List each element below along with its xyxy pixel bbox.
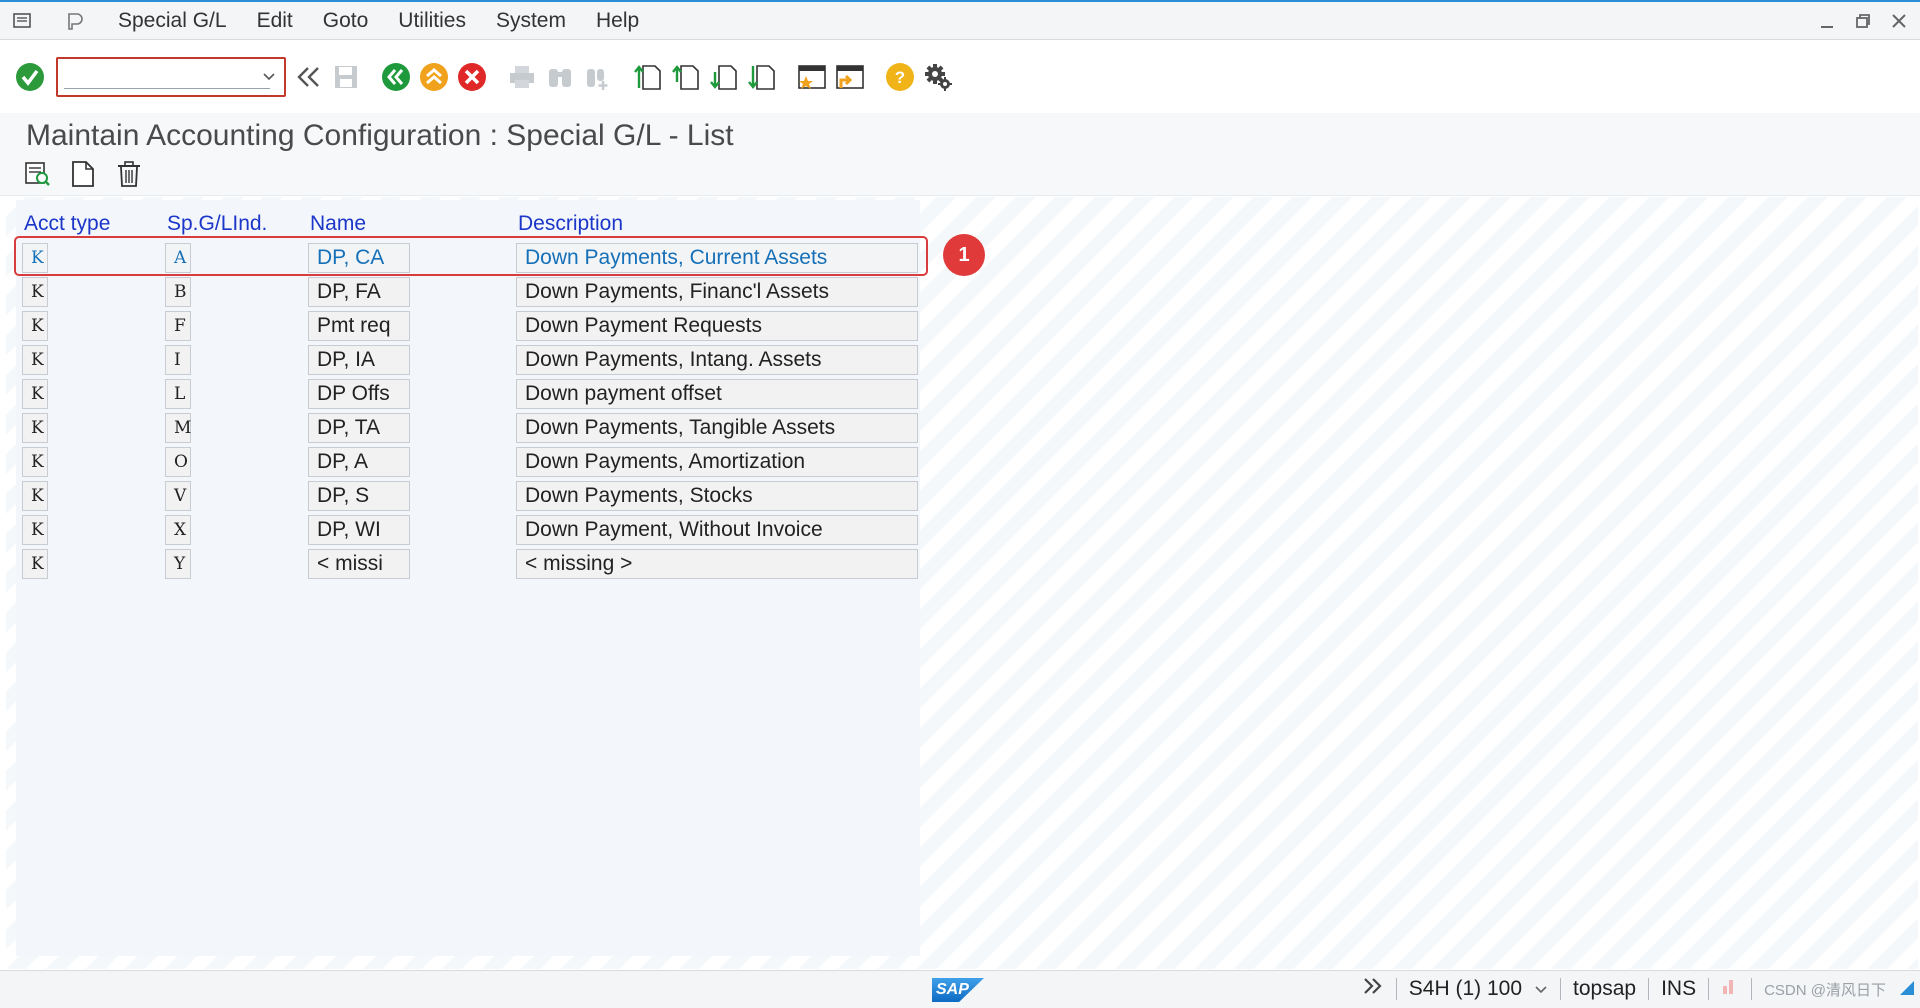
help-icon[interactable]: ? (884, 61, 916, 93)
sp-gl-ind-cell[interactable]: I (165, 345, 191, 375)
close-window-icon[interactable] (1888, 10, 1910, 32)
save-icon[interactable] (330, 61, 362, 93)
first-page-icon[interactable] (632, 61, 664, 93)
status-separator (1648, 978, 1650, 1000)
description-cell[interactable]: Down Payments, Stocks (516, 481, 918, 511)
menu-utilities[interactable]: Utilities (398, 9, 466, 33)
acct-type-cell[interactable]: K (22, 311, 48, 341)
find-next-icon[interactable] (582, 61, 614, 93)
description-cell[interactable]: < missing > (516, 549, 918, 579)
acct-type-cell[interactable]: K (22, 413, 48, 443)
menu-help[interactable]: Help (596, 9, 639, 33)
acct-type-cell[interactable]: K (22, 345, 48, 375)
watermark-text: CSDN @清风日下 (1764, 981, 1886, 999)
name-cell[interactable]: DP, S (308, 481, 410, 511)
enter-check-icon[interactable] (14, 61, 46, 93)
sp-gl-ind-cell[interactable]: X (165, 515, 191, 545)
sp-gl-ind-cell[interactable]: Y (165, 549, 191, 579)
menu-system[interactable]: System (496, 9, 566, 33)
standard-toolbar: ? (0, 41, 1920, 113)
personalize-icon[interactable] (62, 10, 88, 32)
selected-row-highlight (14, 236, 928, 276)
cancel-icon[interactable] (456, 61, 488, 93)
user-name: topsap (1573, 977, 1637, 1000)
acct-type-cell[interactable]: K (22, 549, 48, 579)
page-title: Maintain Accounting Configuration : Spec… (26, 119, 734, 152)
column-header-acct-type[interactable]: Acct type (24, 212, 110, 236)
sp-gl-ind-cell[interactable]: F (165, 311, 191, 341)
find-icon[interactable] (544, 61, 576, 93)
new-session-icon[interactable] (796, 61, 828, 93)
status-separator (1560, 978, 1562, 1000)
column-header-sp-gl-ind[interactable]: Sp.G/LInd. (167, 212, 267, 236)
name-cell[interactable]: DP, A (308, 447, 410, 477)
previous-page-icon[interactable] (670, 61, 702, 93)
resize-grip-icon[interactable] (1898, 977, 1914, 1001)
acct-type-cell[interactable]: K (22, 515, 48, 545)
name-cell[interactable]: Pmt req (308, 311, 410, 341)
collapse-double-chevron-icon[interactable] (292, 61, 324, 93)
create-shortcut-icon[interactable] (834, 61, 866, 93)
display-change-icon[interactable] (20, 157, 54, 191)
status-separator (1395, 978, 1397, 1000)
step-badge: 1 (943, 234, 985, 276)
sp-gl-ind-cell[interactable]: L (165, 379, 191, 409)
sp-gl-ind-cell[interactable]: O (165, 447, 191, 477)
expand-status-icon[interactable] (1362, 976, 1384, 1002)
name-cell[interactable]: DP, WI (308, 515, 410, 545)
sp-gl-ind-cell[interactable]: V (165, 481, 191, 511)
sap-logo: SAP (932, 978, 984, 1002)
name-cell[interactable]: DP Offs (308, 379, 410, 409)
column-header-name[interactable]: Name (310, 212, 366, 236)
description-cell[interactable]: Down Payments, Tangible Assets (516, 413, 918, 443)
settings-gear-icon[interactable] (922, 61, 954, 93)
chevron-down-icon[interactable] (262, 72, 276, 82)
command-field[interactable] (56, 57, 286, 97)
new-entries-icon[interactable] (66, 157, 100, 191)
description-cell[interactable]: Down Payment Requests (516, 311, 918, 341)
command-input[interactable] (64, 65, 270, 89)
menu-edit[interactable]: Edit (257, 9, 293, 33)
menu-list-icon[interactable] (10, 10, 36, 32)
name-cell[interactable]: DP, IA (308, 345, 410, 375)
status-separator (1751, 978, 1753, 1000)
column-header-description[interactable]: Description (518, 212, 623, 236)
description-cell[interactable]: Down Payment, Without Invoice (516, 515, 918, 545)
acct-type-cell[interactable]: K (22, 379, 48, 409)
description-cell[interactable]: Down Payments, Financ'l Assets (516, 277, 918, 307)
delete-trash-icon[interactable] (112, 157, 146, 191)
acct-type-cell[interactable]: K (22, 447, 48, 477)
last-page-icon[interactable] (746, 61, 778, 93)
back-icon[interactable] (380, 61, 412, 93)
sp-gl-ind-cell[interactable]: M (165, 413, 191, 443)
description-cell[interactable]: Down Payments, Intang. Assets (516, 345, 918, 375)
status-bar: SAP S4H (1) 100 topsap INS CSDN @清风日下 (0, 970, 1920, 1008)
print-icon[interactable] (506, 61, 538, 93)
name-cell[interactable]: DP, FA (308, 277, 410, 307)
input-mode[interactable]: INS (1661, 977, 1696, 1001)
status-separator (1708, 978, 1710, 1000)
svg-text:?: ? (895, 68, 905, 87)
restore-icon[interactable] (1852, 10, 1874, 32)
acct-type-cell[interactable]: K (22, 481, 48, 511)
chevron-down-icon[interactable] (1534, 977, 1548, 1001)
menu-special-gl[interactable]: Special G/L (118, 9, 227, 33)
system-info[interactable]: S4H (1) 100 (1409, 977, 1522, 1001)
menu-goto[interactable]: Goto (323, 9, 369, 33)
name-cell[interactable]: < missi (308, 549, 410, 579)
performance-icon (1721, 976, 1739, 1002)
acct-type-cell[interactable]: K (22, 277, 48, 307)
minimize-icon[interactable] (1816, 10, 1838, 32)
next-page-icon[interactable] (708, 61, 740, 93)
description-cell[interactable]: Down payment offset (516, 379, 918, 409)
menu-bar: Special G/L Edit Goto Utilities System H… (0, 2, 1920, 40)
exit-icon[interactable] (418, 61, 450, 93)
name-cell[interactable]: DP, TA (308, 413, 410, 443)
sp-gl-ind-cell[interactable]: B (165, 277, 191, 307)
application-toolbar (0, 152, 1920, 196)
description-cell[interactable]: Down Payments, Amortization (516, 447, 918, 477)
